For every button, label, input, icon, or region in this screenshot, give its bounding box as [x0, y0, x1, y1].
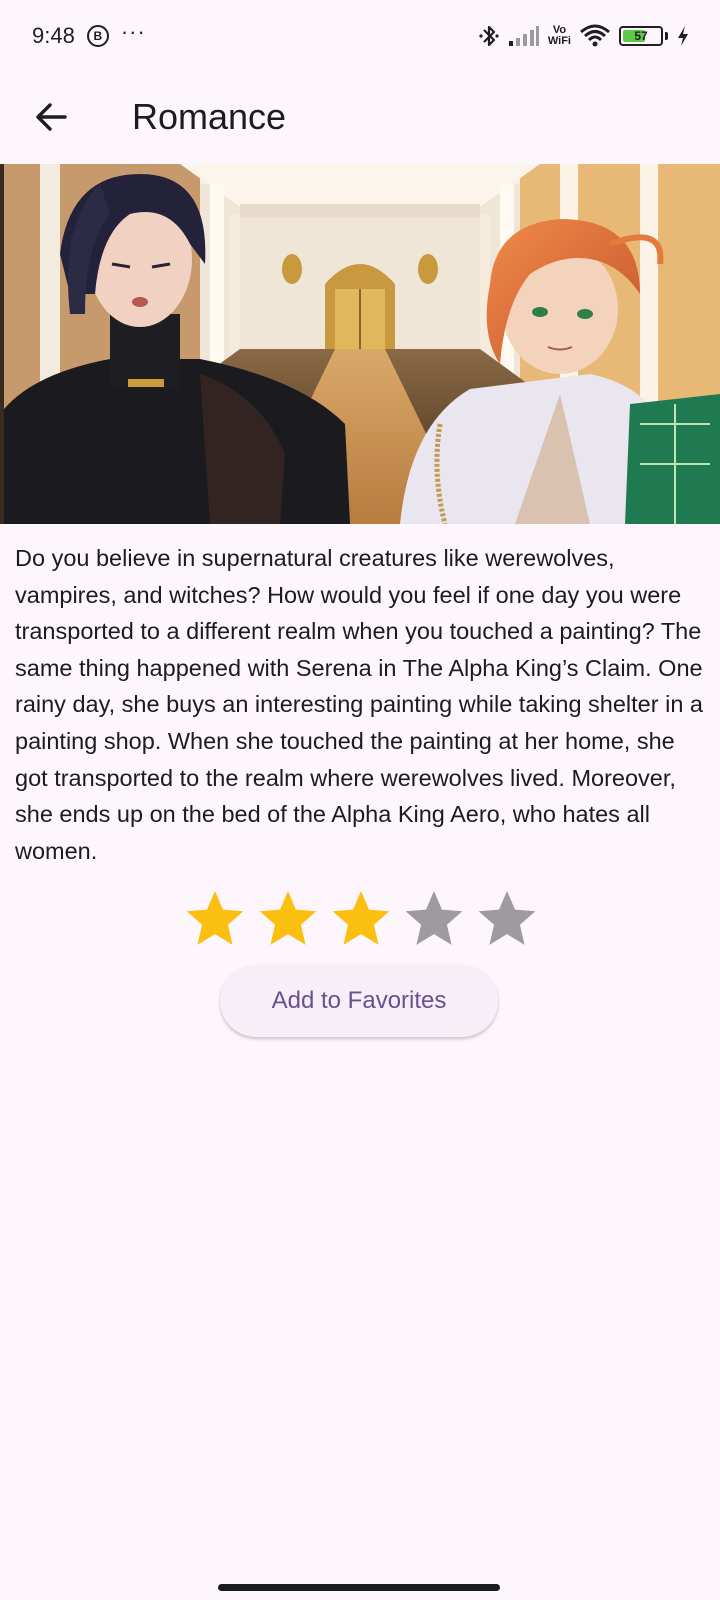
- back-button[interactable]: [24, 89, 80, 145]
- vowifi-bottom: WiFi: [547, 35, 571, 47]
- star-empty-icon[interactable]: [401, 886, 467, 952]
- signal-icon: [508, 26, 539, 46]
- battery-level: 57: [634, 29, 648, 43]
- battery-icon: 57: [619, 26, 663, 46]
- star-filled-icon[interactable]: [328, 886, 394, 952]
- status-left: 9:48 B ···: [32, 19, 146, 49]
- home-indicator[interactable]: [218, 1584, 500, 1591]
- status-right: Vo WiFi 57: [478, 23, 690, 49]
- battery-tip: [665, 32, 668, 40]
- star-rating[interactable]: [182, 884, 540, 954]
- wifi-icon: [580, 24, 610, 47]
- app-bar: Romance: [0, 72, 720, 162]
- charging-icon: [678, 26, 688, 46]
- cover-image: [0, 164, 720, 524]
- story-description: Do you believe in supernatural creatures…: [15, 545, 703, 864]
- star-filled-icon[interactable]: [182, 886, 248, 952]
- bluetooth-icon: [479, 25, 499, 47]
- vowifi-indicator: Vo WiFi: [548, 25, 571, 47]
- arrow-back-icon: [36, 103, 67, 131]
- star-filled-icon[interactable]: [255, 886, 321, 952]
- star-empty-icon[interactable]: [474, 886, 540, 952]
- add-to-favorites-button[interactable]: Add to Favorites: [220, 965, 498, 1037]
- status-bar: 9:48 B ··· Vo WiFi 57: [0, 0, 720, 72]
- b-notification-icon: B: [86, 25, 109, 47]
- status-time: 9:48: [32, 23, 75, 48]
- comic-cover-illustration: [0, 164, 720, 524]
- more-notifications-icon: ···: [120, 19, 146, 44]
- page-title: Romance: [132, 96, 287, 137]
